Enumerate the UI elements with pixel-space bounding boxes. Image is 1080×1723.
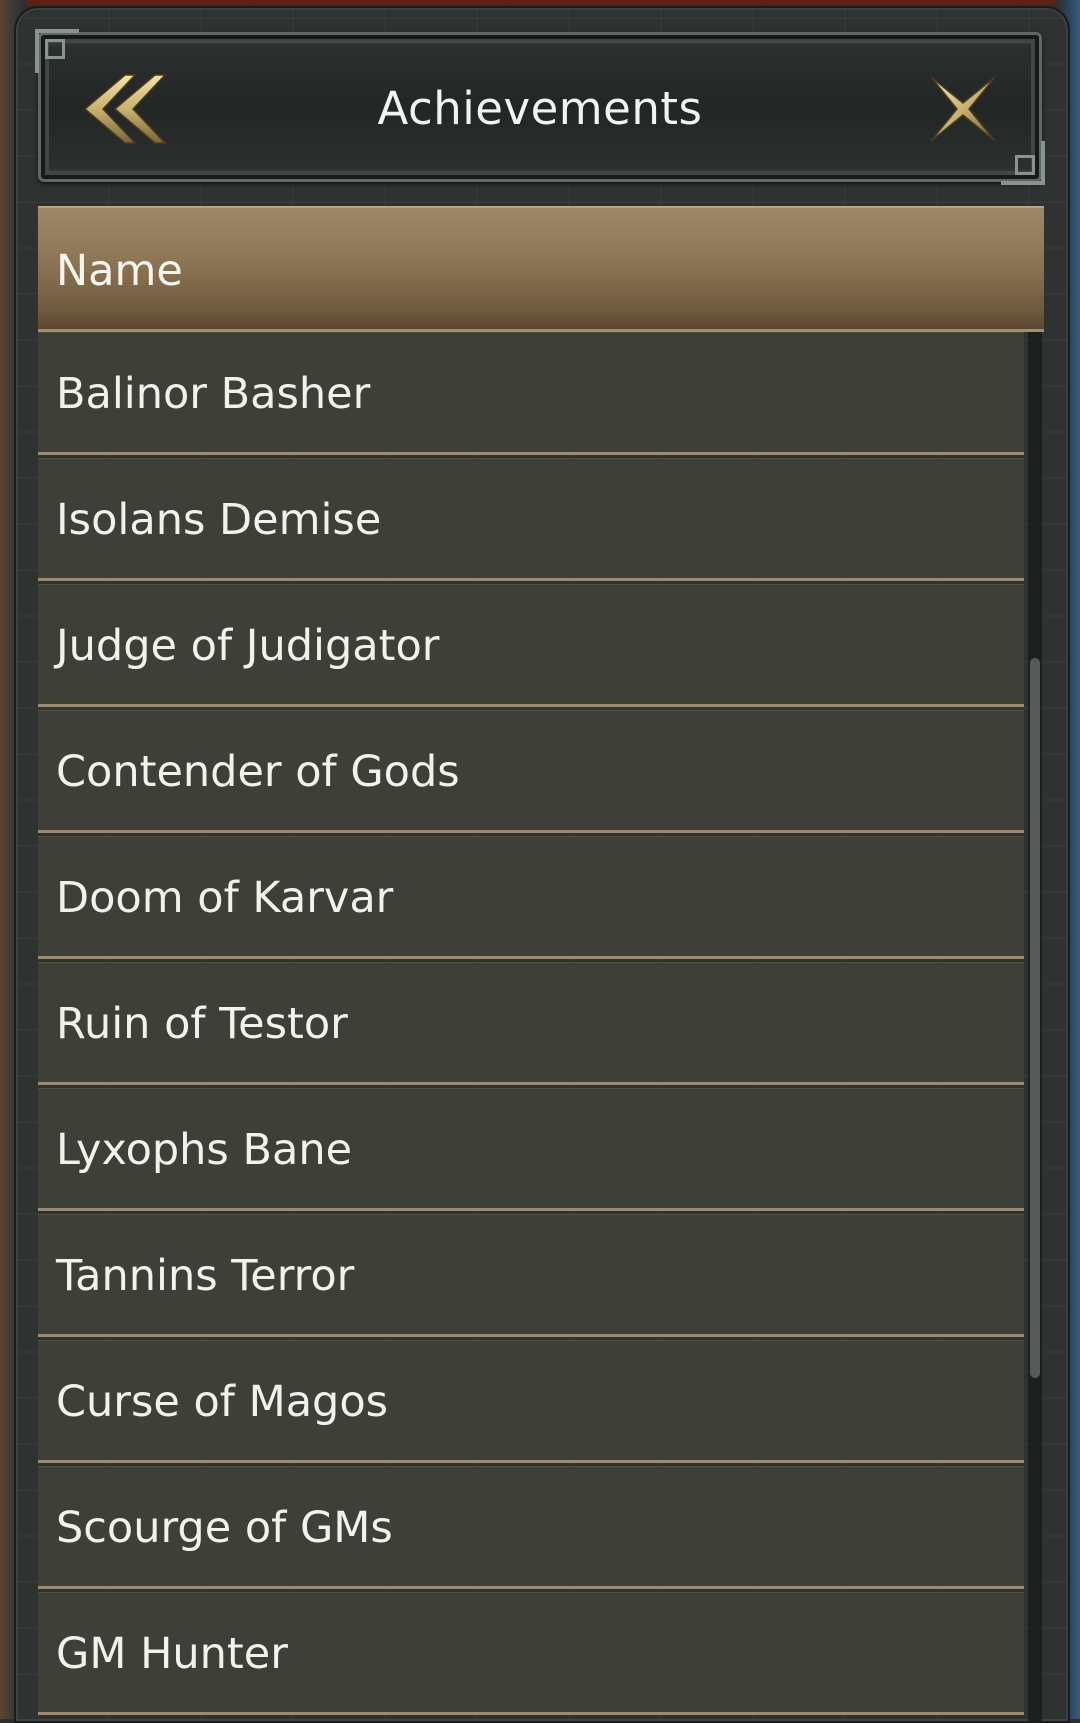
close-button[interactable]: [923, 69, 1003, 149]
list-item[interactable]: Lyxophs Bane: [38, 1088, 1024, 1211]
list-item[interactable]: Balinor Basher: [38, 332, 1024, 455]
achievement-name: Ruin of Testor: [56, 999, 348, 1049]
achievement-name: Scourge of GMs: [56, 1503, 393, 1553]
list-item[interactable]: Ruin of Testor: [38, 962, 1024, 1085]
list-item[interactable]: GM Hunter: [38, 1592, 1024, 1715]
achievements-panel: Achievements Name Balinor Basher Isolans…: [14, 6, 1070, 1723]
list-item[interactable]: Scourge of GMs: [38, 1466, 1024, 1589]
column-header-label: Name: [56, 246, 183, 296]
scrollbar-thumb[interactable]: [1030, 658, 1040, 1378]
title-bar: Achievements: [35, 29, 1045, 185]
list-item[interactable]: Judge of Judigator: [38, 584, 1024, 707]
list-scrollbar[interactable]: [1028, 332, 1042, 1721]
achievement-name: Balinor Basher: [56, 369, 371, 419]
achievement-name: Isolans Demise: [56, 495, 382, 545]
window-title: Achievements: [377, 82, 703, 135]
achievement-name: Curse of Magos: [56, 1377, 389, 1427]
corner-ornament-bottom-right: [1001, 141, 1045, 185]
double-chevron-left-icon: [83, 74, 167, 144]
list-item[interactable]: Curse of Magos: [38, 1340, 1024, 1463]
x-close-icon: [930, 76, 996, 142]
achievement-name: Lyxophs Bane: [56, 1125, 353, 1175]
list-item[interactable]: Tannins Terror: [38, 1214, 1024, 1337]
achievements-list[interactable]: Balinor Basher Isolans Demise Judge of J…: [38, 332, 1024, 1721]
achievement-name: Contender of Gods: [56, 747, 460, 797]
name-column-header[interactable]: Name: [38, 206, 1044, 332]
achievement-name: GM Hunter: [56, 1629, 288, 1679]
back-button[interactable]: [81, 69, 177, 149]
list-item[interactable]: Doom of Karvar: [38, 836, 1024, 959]
list-item[interactable]: Contender of Gods: [38, 710, 1024, 833]
corner-ornament-top-left: [35, 29, 79, 73]
achievement-name: Judge of Judigator: [56, 621, 440, 671]
list-item[interactable]: Isolans Demise: [38, 458, 1024, 581]
achievement-name: Doom of Karvar: [56, 873, 394, 923]
achievement-name: Tannins Terror: [56, 1251, 355, 1301]
